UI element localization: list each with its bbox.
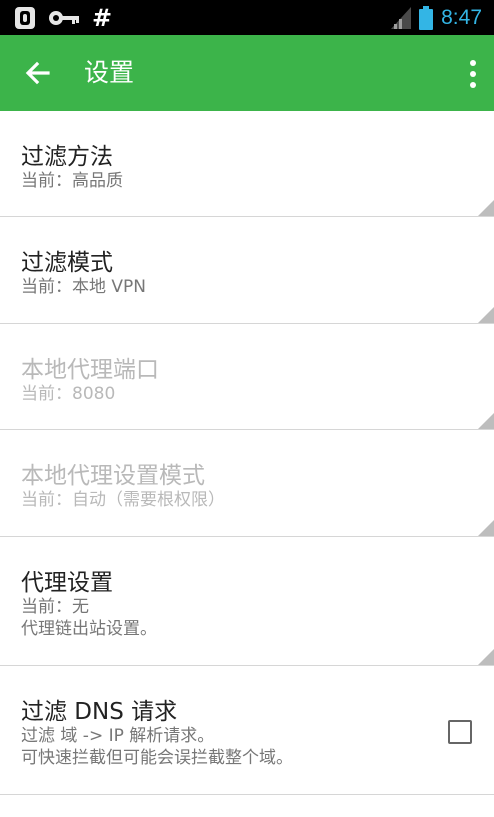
pref-title: 过滤模式 <box>21 250 113 276</box>
pref-local-proxy-setup-mode: 本地代理设置模式 当前：自动（需要根权限） <box>0 430 494 537</box>
pref-filter-method[interactable]: 过滤方法 当前：高品质 <box>0 111 494 217</box>
pref-summary: 当前：8080 <box>21 384 116 404</box>
more-options-icon[interactable] <box>468 59 478 89</box>
pref-title: 过滤方法 <box>21 144 113 170</box>
status-right: 8:47 <box>391 0 482 35</box>
key-icon <box>49 11 79 25</box>
pref-summary: 当前：无 代理链出站设置。 <box>21 597 157 639</box>
pref-title: 本地代理端口 <box>21 357 159 383</box>
list-corner-indicator <box>478 200 494 216</box>
status-bar: # 8:47 <box>0 0 494 35</box>
battery-icon <box>419 5 434 30</box>
pref-summary: 过滤 域 -> IP 解析请求。 可快速拦截但可能会误拦截整个域。 <box>21 726 293 768</box>
list-corner-indicator <box>478 413 494 429</box>
pref-title: 本地代理设置模式 <box>21 463 205 489</box>
list-corner-indicator <box>478 649 494 665</box>
list-corner-indicator <box>478 307 494 323</box>
app-bar: 设置 <box>0 35 494 111</box>
settings-list: 过滤方法 当前：高品质 过滤模式 当前：本地 VPN 本地代理端口 当前：808… <box>0 111 494 795</box>
status-left-icons: # <box>14 6 112 30</box>
back-arrow-icon[interactable] <box>22 57 54 89</box>
pref-summary: 当前：高品质 <box>21 171 123 191</box>
pref-filter-mode[interactable]: 过滤模式 当前：本地 VPN <box>0 217 494 324</box>
filter-dns-checkbox[interactable] <box>448 720 472 744</box>
pref-local-proxy-port: 本地代理端口 当前：8080 <box>0 324 494 430</box>
hash-icon: # <box>92 4 113 32</box>
list-corner-indicator <box>478 520 494 536</box>
pref-summary: 当前：自动（需要根权限） <box>21 490 225 510</box>
shield-icon <box>15 7 35 29</box>
pref-title: 代理设置 <box>21 570 113 596</box>
pref-title: 过滤 DNS 请求 <box>21 699 178 725</box>
pref-filter-dns[interactable]: 过滤 DNS 请求 过滤 域 -> IP 解析请求。 可快速拦截但可能会误拦截整… <box>0 666 494 795</box>
pref-summary: 当前：本地 VPN <box>21 277 147 297</box>
status-clock: 8:47 <box>441 5 482 29</box>
page-title: 设置 <box>84 58 135 87</box>
signal-icon <box>391 6 412 29</box>
pref-proxy-settings[interactable]: 代理设置 当前：无 代理链出站设置。 <box>0 537 494 666</box>
